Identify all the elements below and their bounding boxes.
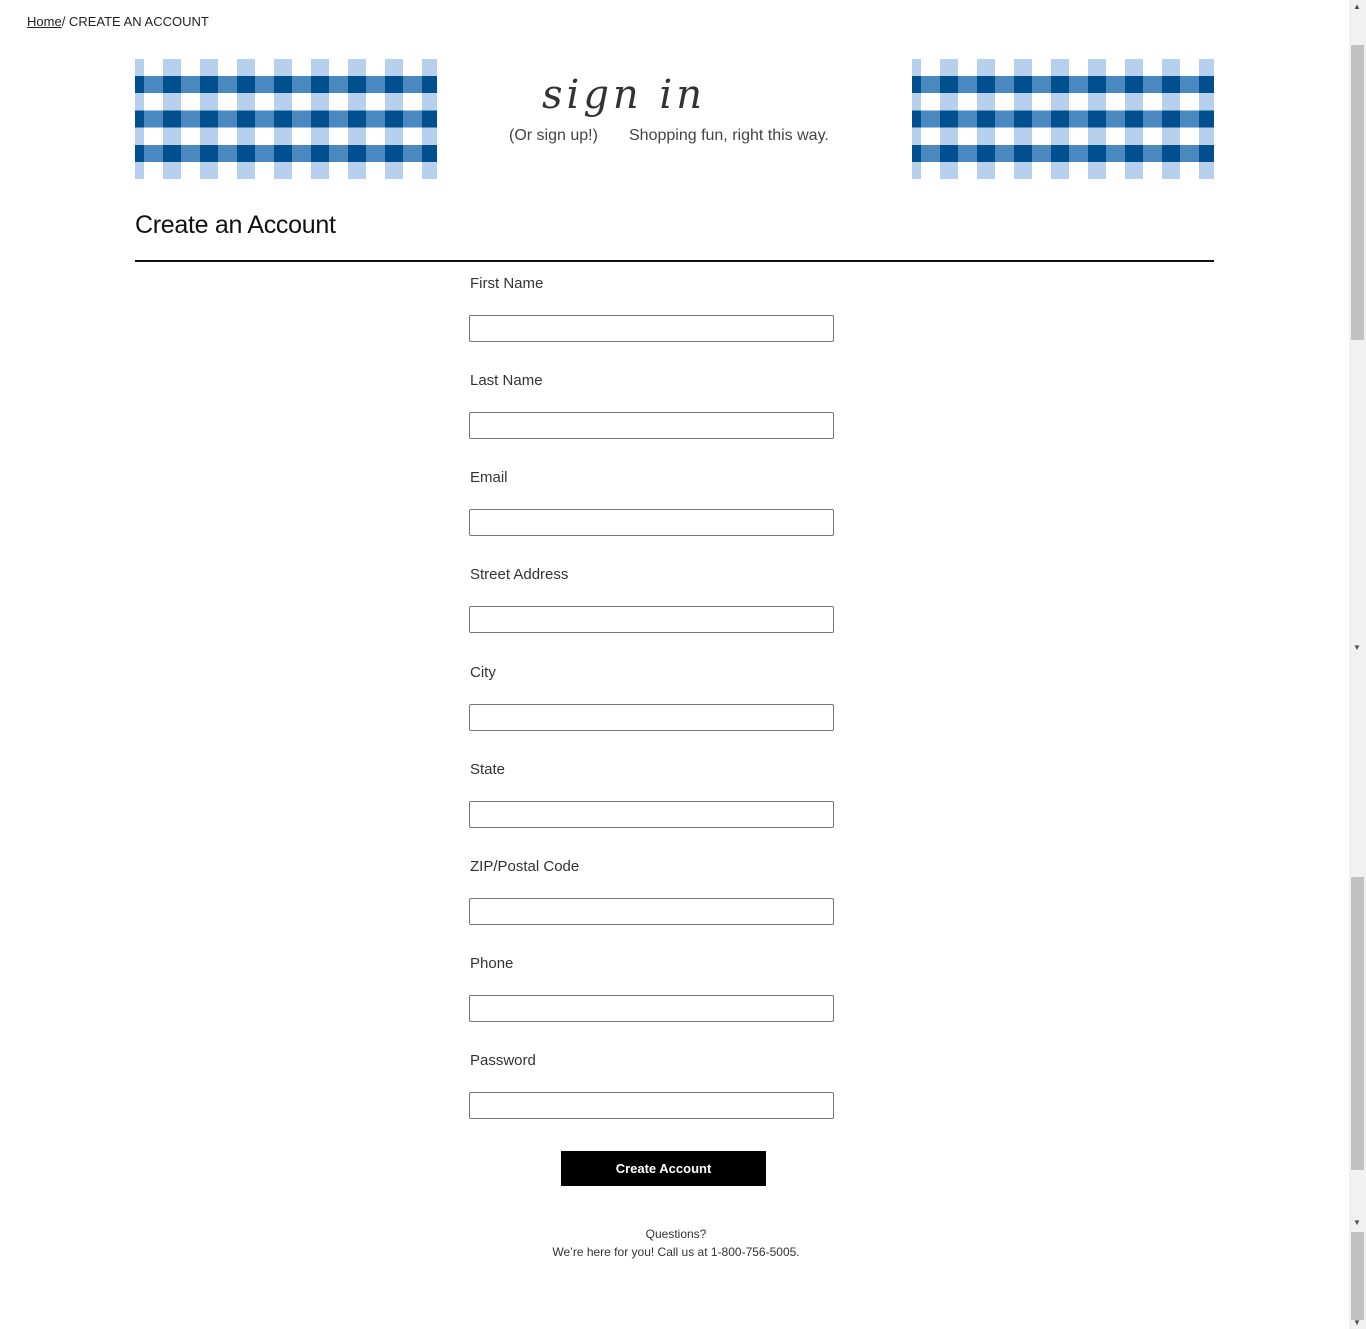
last-name-label: Last Name <box>470 372 543 389</box>
phone-label: Phone <box>470 955 514 972</box>
password-label: Password <box>470 1052 536 1069</box>
street-address-input[interactable] <box>469 606 834 633</box>
breadcrumb: Home/ CREATE AN ACCOUNT <box>27 14 209 29</box>
phone-input[interactable] <box>469 995 834 1022</box>
email-label: Email <box>470 469 508 486</box>
breadcrumb-current: CREATE AN ACCOUNT <box>65 14 209 29</box>
scroll-up-icon[interactable]: ▲ <box>1353 3 1361 11</box>
state-input[interactable] <box>469 801 834 828</box>
sign-in-script-title: sign in <box>542 72 706 118</box>
scroll-down-icon[interactable]: ▼ <box>1353 1319 1361 1327</box>
questions-heading: Questions? <box>645 1227 707 1241</box>
last-name-input[interactable] <box>469 412 834 439</box>
breadcrumb-home-link[interactable]: Home <box>27 14 62 29</box>
email-input[interactable] <box>469 509 834 536</box>
scrollbar-thumb-secondary[interactable] <box>1351 877 1364 1170</box>
scrollbar[interactable]: ▲ ▼ ▼ ▼ <box>1349 0 1366 1329</box>
city-label: City <box>470 664 496 681</box>
password-input[interactable] <box>469 1092 834 1119</box>
gingham-banner-left <box>135 59 437 179</box>
contact-text: We’re here for you! Call us at 1-800-756… <box>552 1245 800 1259</box>
zip-postal-code-input[interactable] <box>469 898 834 925</box>
page-title: Create an Account <box>135 211 336 239</box>
first-name-label: First Name <box>470 275 544 292</box>
gingham-banner-right <box>912 59 1214 179</box>
scroll-down-icon[interactable]: ▼ <box>1353 644 1361 652</box>
first-name-input[interactable] <box>469 315 834 342</box>
create-account-button[interactable]: Create Account <box>561 1151 766 1186</box>
scroll-down-icon[interactable]: ▼ <box>1353 1219 1361 1227</box>
sign-in-banner: sign in (Or sign up!) Shopping fun, righ… <box>500 72 860 160</box>
scrollbar-thumb[interactable] <box>1351 45 1364 340</box>
banner-subtitle-left: (Or sign up!) <box>509 127 598 144</box>
city-input[interactable] <box>469 704 834 731</box>
scrollbar-thumb-tertiary[interactable] <box>1351 1232 1364 1320</box>
street-address-label: Street Address <box>470 566 569 583</box>
title-divider <box>135 260 1214 262</box>
banner-subtitle-right: Shopping fun, right this way. <box>629 127 829 144</box>
zip-postal-code-label: ZIP/Postal Code <box>470 858 580 875</box>
state-label: State <box>470 761 506 778</box>
